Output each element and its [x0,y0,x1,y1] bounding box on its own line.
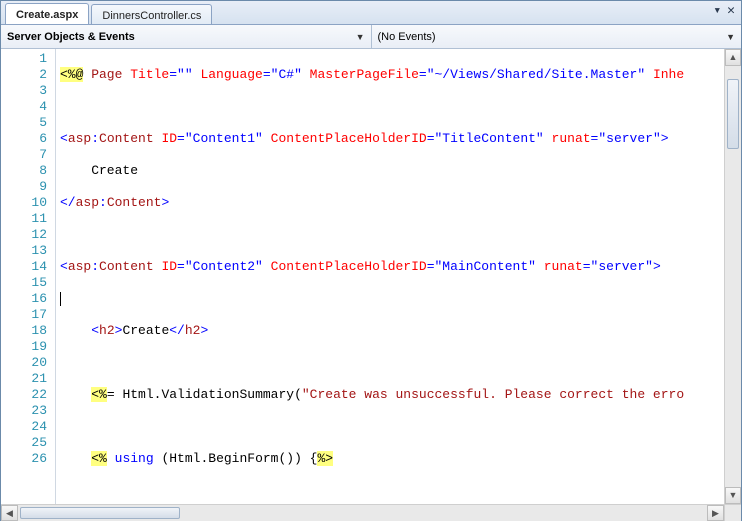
event-selector[interactable]: (No Events) ▼ [372,25,742,48]
horizontal-scrollbar[interactable]: ◀ ▶ [1,504,741,521]
close-tab-icon[interactable]: ✕ [727,3,735,18]
scroll-down-icon[interactable]: ▼ [725,487,741,504]
line-number: 20 [1,355,55,371]
scroll-corner [724,505,741,521]
tab-bar: Create.aspx DinnersController.cs ▾ ✕ [1,1,741,25]
object-selector[interactable]: Server Objects & Events ▼ [1,25,372,48]
tab-tools: ▾ ✕ [713,3,735,18]
line-number: 26 [1,451,55,467]
scroll-thumb[interactable] [727,79,739,149]
line-number: 17 [1,307,55,323]
text-caret [60,292,61,306]
line-number: 9 [1,179,55,195]
line-number: 8 [1,163,55,179]
line-number: 2 [1,67,55,83]
tab-create-aspx[interactable]: Create.aspx [5,3,89,24]
line-number: 4 [1,99,55,115]
dropdown-label: Server Objects & Events [7,31,135,43]
line-number: 11 [1,211,55,227]
scroll-right-icon[interactable]: ▶ [707,505,724,521]
line-number: 7 [1,147,55,163]
vertical-scrollbar[interactable]: ▲ ▼ [724,49,741,504]
chevron-down-icon: ▼ [356,32,365,42]
scroll-thumb[interactable] [20,507,180,519]
line-number: 13 [1,243,55,259]
line-number: 19 [1,339,55,355]
line-number: 10 [1,195,55,211]
tab-label: Create.aspx [16,9,78,21]
scroll-track[interactable] [18,505,707,521]
line-number: 12 [1,227,55,243]
code-area[interactable]: <%@ Page Title="" Language="C#" MasterPa… [56,49,724,504]
editor: 1 2 3 4 5 6 7 8 9 10 11 12 13 14 15 16 1… [1,49,741,504]
line-number: 1 [1,51,55,67]
line-number: 21 [1,371,55,387]
dropdown-label: (No Events) [378,31,436,43]
line-number: 22 [1,387,55,403]
line-number: 16 [1,291,55,307]
line-number: 24 [1,419,55,435]
dropdown-tabs-icon[interactable]: ▾ [713,3,721,18]
nav-dropdown-bar: Server Objects & Events ▼ (No Events) ▼ [1,25,741,49]
tab-label: DinnersController.cs [102,10,201,22]
line-number: 23 [1,403,55,419]
tab-dinnerscontroller[interactable]: DinnersController.cs [91,4,212,24]
line-number: 6 [1,131,55,147]
line-number: 15 [1,275,55,291]
chevron-down-icon: ▼ [726,32,735,42]
scroll-up-icon[interactable]: ▲ [725,49,741,66]
scroll-left-icon[interactable]: ◀ [1,505,18,521]
line-number-gutter: 1 2 3 4 5 6 7 8 9 10 11 12 13 14 15 16 1… [1,49,56,504]
code-content[interactable]: <%@ Page Title="" Language="C#" MasterPa… [56,49,724,504]
line-number: 14 [1,259,55,275]
line-number: 5 [1,115,55,131]
line-number: 3 [1,83,55,99]
line-number: 18 [1,323,55,339]
line-number: 25 [1,435,55,451]
